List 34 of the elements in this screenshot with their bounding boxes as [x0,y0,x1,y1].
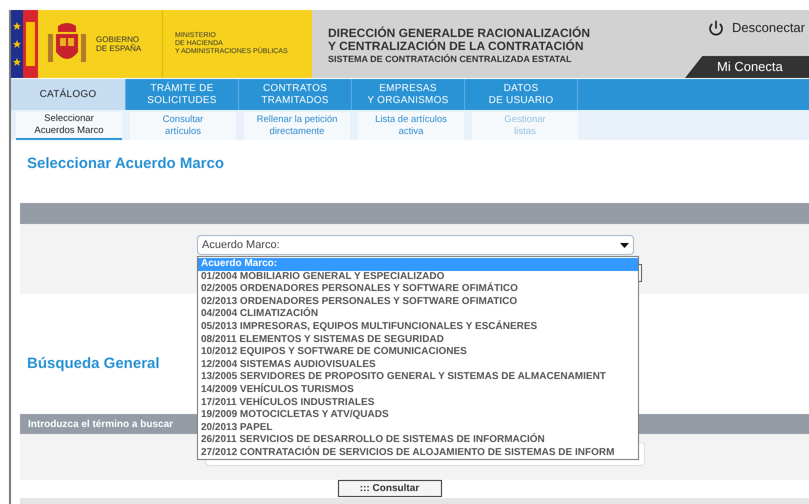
section-title: Seleccionar Acuerdo Marco [27,155,224,172]
caret-icon [620,242,629,248]
flag-drawing [11,10,38,78]
dropdown-option[interactable]: 04/2004 CLIMATIZACIÓN [198,308,638,321]
search-bar-label: Introduzca el término a buscar [28,418,174,432]
dropdown-option[interactable]: 08/2011 ELEMENTOS Y SISTEMAS DE SEGURIDAD [198,334,638,346]
header-title: Y CENTRALIZACIÓN DE LA CONTRATACIÓN [328,40,585,53]
sub-tab[interactable]: Consultar artículos [130,112,236,140]
sub-tab[interactable]: Lista de artículos activa [358,112,464,140]
dropdown-option[interactable]: 05/2013 IMPRESORAS, EQUIPOS MULTIFUNCIONALES Y ESCÁNERES [198,320,638,334]
dropdown-option[interactable]: 27/2012 CONTRATACIÓN DE SERVICIOS DE ALOJAMIENTO DE SISTEMAS DE INFORM [198,446,638,459]
header-title: DIRECCIÓN GENERALDE RACIONALIZACIÓN [328,27,592,40]
dropdown-option[interactable]: 12/2004 SISTEMAS AUDIOVISUALES [198,358,638,372]
sub-tab[interactable]: Seleccionar Acuerdos Marco [16,112,122,140]
dropdown-option[interactable]: 13/2005 SERVIDORES DE PROPOSITO GENERAL Y SISTEMAS DE ALMACENAMIENT [198,371,638,384]
dropdown-option[interactable]: 02/2005 ORDENADORES PERSONALES Y SOFTWARE OFIMÁTICO [198,283,638,296]
dropdown-option[interactable]: 01/2004 MOBILIARIO GENERAL Y ESPECIALIZADO [198,270,638,284]
power-icon [708,20,724,36]
dropdown-option[interactable]: 26/2011 SERVICIOS DE DESARROLLO DE SISTEMAS DE INFORMACIÓN [198,434,638,447]
dropdown-option[interactable]: 17/2011 VEHÍCULOS INDUSTRIALES [198,396,638,410]
section-title: Búsqueda General [27,355,160,372]
logout-button[interactable]: Desconectar [708,10,809,38]
dropdown-option[interactable]: 02/2013 ORDENADORES PERSONALES Y SOFTWARE OFIMATICO [198,296,638,308]
header-subtitle: SISTEMA DE CONTRATACIÓN CENTRALIZADA ESTATAL [328,53,572,65]
dropdown-option[interactable]: 10/2012 EQUIPOS Y SOFTWARE DE COMUNICACIONES [198,346,638,359]
framework-select[interactable]: Acuerdo Marco: [197,235,634,255]
sub-tab[interactable]: Rellenar la petición directamente [244,112,350,140]
dropdown-option[interactable]: 20/2013 PAPEL [198,422,638,434]
government-name: GOBIERNO DE ESPAÑA [96,35,142,53]
account-tab[interactable]: Mi Conecta [685,56,809,78]
nav-tab[interactable]: CATÁLOGO [11,79,126,110]
dropdown-option[interactable]: 14/2009 VEHÍCULOS TURISMOS [198,384,638,397]
search-button[interactable]: ::: Consultar [338,480,442,497]
dropdown-option[interactable]: 19/2009 MOTOCICLETAS Y ATV/QUADS [198,409,638,422]
